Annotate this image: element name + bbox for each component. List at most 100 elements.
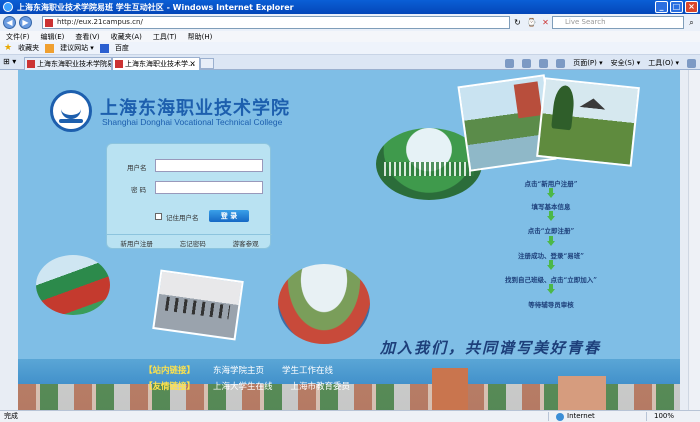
step-5: 找到自己班级、点击“立即加入”	[505, 276, 597, 284]
command-safety[interactable]: 安全(S) ▾	[611, 57, 641, 69]
pavilion-tree-shape	[551, 84, 576, 131]
link-shanghai-students[interactable]: 上海大学生在线	[213, 380, 273, 392]
command-page[interactable]: 页面(P) ▾	[573, 57, 602, 69]
link-shanghai-education[interactable]: 上海市教育委员	[291, 380, 351, 392]
status-text: 完成	[4, 412, 18, 420]
close-window-button[interactable]: ×	[685, 1, 698, 13]
stop-icon[interactable]: ✕	[540, 17, 551, 28]
tab-2[interactable]: 上海东海职业技术学... ×	[112, 57, 200, 70]
new-tab-button[interactable]	[200, 58, 214, 69]
mail-icon[interactable]	[539, 59, 549, 68]
window-titlebar: 上海东海职业技术学院易班 学生互动社区 - Windows Internet E…	[0, 0, 700, 14]
link-student-work[interactable]: 学生工作在线	[282, 364, 333, 376]
link-donghai-home[interactable]: 东海学院主页	[213, 364, 264, 376]
command-tools[interactable]: 工具(O) ▾	[648, 57, 679, 69]
command-bar: 页面(P) ▾ 安全(S) ▾ 工具(O) ▾	[505, 57, 696, 69]
step-6: 等待辅导员审核	[528, 301, 574, 309]
username-input[interactable]	[155, 159, 263, 172]
lake-building-shape	[513, 81, 543, 119]
forgot-password-link[interactable]: 忘记密码	[180, 238, 206, 248]
vertical-scrollbar[interactable]	[688, 70, 700, 410]
guest-visit-link[interactable]: 游客参观	[233, 238, 259, 248]
print-icon[interactable]	[556, 59, 566, 68]
forward-button[interactable]: ▶	[19, 16, 32, 29]
feeds-icon[interactable]	[522, 59, 532, 68]
close-tab-icon[interactable]: ×	[189, 58, 196, 70]
step-1: 点击“新用户注册”	[524, 180, 578, 188]
zone-label: Internet	[567, 412, 595, 420]
menu-view[interactable]: 查看(V)	[75, 32, 99, 42]
security-zone: Internet	[556, 411, 595, 422]
logo-cup-shape	[61, 103, 81, 119]
tab-1-label: 上海东海职业技术学院易...	[37, 60, 111, 68]
photo-pavilion	[536, 77, 640, 167]
login-panel: 用户名 密 码 记住用户名 登 录 新用户注册 忘记密码 游客参观	[106, 143, 272, 249]
address-bar: ◀ ▶ http://eux.21campus.cn/ ↻ ⌚ ✕ Live S…	[0, 14, 700, 31]
menu-favorites[interactable]: 收藏夹(A)	[111, 32, 142, 42]
site-favicon-icon	[45, 19, 53, 27]
step-4: 注册成功、登录“易班”	[518, 252, 584, 260]
home-icon[interactable]	[505, 59, 515, 68]
page-content: 上海东海职业技术学院 Shanghai Donghai Vocational T…	[18, 70, 680, 410]
gym-people-shape	[164, 296, 231, 320]
photo-running-track	[36, 255, 110, 315]
window-title: 上海东海职业技术学院易班 学生互动社区 - Windows Internet E…	[17, 2, 294, 12]
address-actions: ↻ ⌚ ✕	[512, 17, 551, 28]
quick-tabs-icon[interactable]: ⊞ ▾	[3, 57, 23, 68]
register-link[interactable]: 新用户注册	[120, 238, 153, 248]
menu-tools[interactable]: 工具(T)	[153, 32, 177, 42]
internal-links-row: 【站内链接】 东海学院主页 学生工作在线	[144, 363, 333, 377]
favorites-item-suggested[interactable]: 建议网站 ▾	[60, 43, 94, 53]
search-placeholder: Live Search	[565, 18, 606, 26]
tall-building-shape	[432, 368, 468, 410]
tab-favicon-icon	[115, 60, 123, 68]
school-name-en: Shanghai Donghai Vocational Technical Co…	[102, 117, 283, 127]
tab-1[interactable]: 上海东海职业技术学院易...	[24, 57, 112, 70]
internal-links-tag: 【站内链接】	[144, 366, 196, 376]
photo-gym-class	[152, 269, 244, 341]
history-icon[interactable]: ⌚	[526, 17, 537, 28]
search-input[interactable]: Live Search	[552, 16, 684, 29]
password-label: 密 码	[131, 186, 147, 194]
remember-checkbox[interactable]	[155, 213, 162, 220]
favorites-item-baidu[interactable]: 百度	[115, 43, 129, 53]
search-icon[interactable]: ⌕	[686, 17, 697, 28]
minimize-button[interactable]: _	[655, 1, 668, 13]
help-icon[interactable]	[687, 59, 696, 68]
window-controls: _ □ ×	[655, 1, 698, 13]
menu-edit[interactable]: 编辑(E)	[41, 32, 65, 42]
logo-wave-shape	[59, 119, 83, 123]
url-input[interactable]: http://eux.21campus.cn/	[42, 16, 510, 29]
step-arrow-icon	[547, 211, 555, 221]
tab-2-label: 上海东海职业技术学...	[125, 60, 195, 68]
baidu-icon	[99, 43, 109, 53]
favorites-label[interactable]: 收藏夹	[18, 43, 39, 53]
pavilion-roof-shape	[580, 97, 607, 110]
ie-logo-icon	[3, 2, 13, 12]
favorites-bar: ★ 收藏夹 建议网站 ▾ 百度	[0, 42, 700, 55]
menu-bar: 文件(F) 编辑(E) 查看(V) 收藏夹(A) 工具(T) 帮助(H)	[0, 31, 700, 42]
globe-icon	[556, 412, 564, 421]
url-text: http://eux.21campus.cn/	[57, 18, 143, 26]
step-arrow-icon	[547, 284, 555, 294]
login-button[interactable]: 登 录	[209, 210, 249, 222]
tab-bar: ⊞ ▾ 上海东海职业技术学院易... 上海东海职业技术学... × 页面(P) …	[0, 55, 700, 70]
slogan-text: 加入我们，共同谱写美好青春	[380, 339, 602, 357]
right-building-shape	[558, 376, 606, 410]
maximize-button[interactable]: □	[670, 1, 683, 13]
login-form: 用户名 密 码 记住用户名 登 录	[117, 150, 263, 228]
favorites-star-icon[interactable]: ★	[4, 43, 12, 53]
zoom-level[interactable]: 100%	[654, 411, 674, 422]
back-button[interactable]: ◀	[3, 16, 16, 29]
password-input[interactable]	[155, 181, 263, 194]
suggested-sites-icon	[45, 43, 55, 53]
step-arrow-icon	[547, 236, 555, 246]
step-2: 填写基本信息	[531, 203, 571, 211]
step-3: 点击“立即注册”	[527, 227, 575, 235]
refresh-icon[interactable]: ↻	[512, 17, 523, 28]
tab-favicon-icon	[27, 60, 35, 68]
menu-file[interactable]: 文件(F)	[6, 32, 30, 42]
status-divider	[646, 412, 647, 421]
menu-help[interactable]: 帮助(H)	[188, 32, 213, 42]
page-margin-left	[0, 70, 18, 410]
